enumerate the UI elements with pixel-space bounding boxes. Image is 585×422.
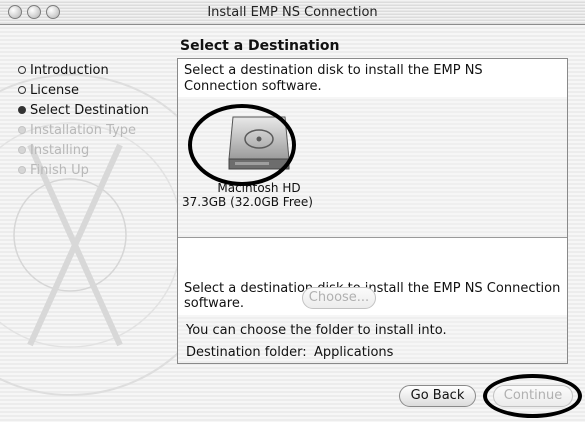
step-label: Finish Up: [30, 162, 89, 178]
step-bullet-icon: [18, 166, 26, 174]
step-label: Installing: [30, 142, 90, 158]
hard-drive-icon: [228, 116, 290, 170]
step-bullet-icon: [18, 106, 26, 114]
installer-window: Install EMP NS Connection Select a Desti…: [0, 0, 585, 422]
destination-folder-value: Applications: [314, 345, 394, 360]
installer-steps: Introduction License Select Destination …: [18, 60, 178, 180]
destination-panel: Select a destination disk to install the…: [177, 58, 568, 364]
step-label: Select Destination: [30, 102, 149, 118]
step-bullet-icon: [18, 66, 26, 74]
go-back-button[interactable]: Go Back: [399, 385, 476, 407]
step-label: Installation Type: [30, 122, 136, 138]
continue-button[interactable]: Continue: [493, 385, 573, 407]
step-finish-up: Finish Up: [18, 160, 178, 180]
step-bullet-icon: [18, 126, 26, 134]
step-bullet-icon: [18, 86, 26, 94]
window-title: Install EMP NS Connection: [207, 5, 378, 20]
step-select-destination: Select Destination: [18, 100, 178, 120]
page-title: Select a Destination: [180, 38, 340, 54]
step-installation-type: Installation Type: [18, 120, 178, 140]
step-bullet-icon: [18, 146, 26, 154]
destination-folder-label: Destination folder:: [186, 345, 307, 360]
disk-macintosh-hd[interactable]: Macintosh HD 37.3GB (32.0GB Free): [182, 107, 334, 209]
folder-note: You can choose the folder to install int…: [186, 323, 447, 338]
step-installing: Installing: [18, 140, 178, 160]
disk-list: Macintosh HD 37.3GB (32.0GB Free): [178, 97, 567, 237]
intro-text: Select a destination disk to install the…: [184, 63, 483, 94]
step-label: Introduction: [30, 62, 109, 78]
disk-size: 37.3GB (32.0GB Free): [182, 195, 313, 209]
title-bar[interactable]: Install EMP NS Connection: [0, 0, 585, 25]
step-license: License: [18, 80, 178, 100]
disk-name: Macintosh HD: [217, 181, 301, 195]
step-label: License: [30, 82, 80, 98]
divider: [178, 237, 567, 238]
destination-folder-area: You can choose the folder to install int…: [178, 315, 567, 363]
step-introduction: Introduction: [18, 60, 178, 80]
choose-button[interactable]: Choose...: [302, 287, 376, 309]
